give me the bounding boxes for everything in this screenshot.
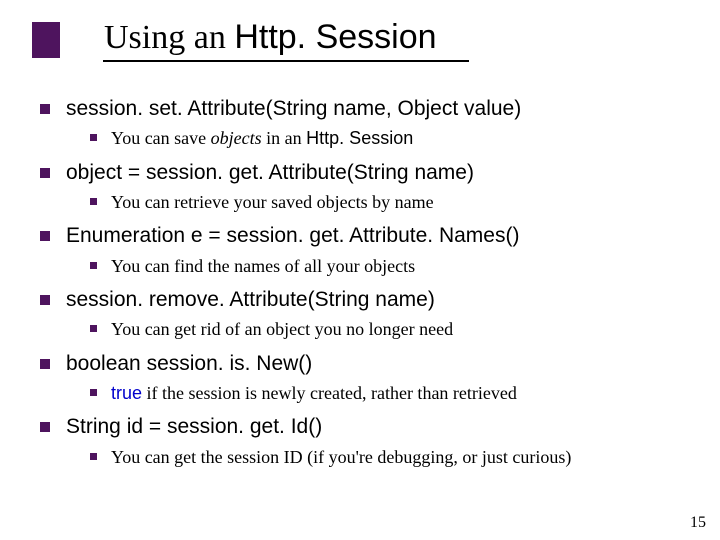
title-underline-2 xyxy=(250,60,469,62)
l2-text-tail: if the session is newly created, rather … xyxy=(142,383,517,403)
square-bullet-icon xyxy=(40,104,50,114)
square-bullet-icon xyxy=(90,325,97,332)
square-bullet-icon xyxy=(90,198,97,205)
bullet-level1: session. set. Attribute(String name, Obj… xyxy=(40,96,690,121)
bullet-level1: object = session. get. Attribute(String … xyxy=(40,160,690,185)
square-bullet-icon xyxy=(40,359,50,369)
l1-text: Enumeration e = session. get. Attribute.… xyxy=(66,224,519,247)
bullet-level1: session. remove. Attribute(String name) xyxy=(40,287,690,312)
square-bullet-icon xyxy=(40,422,50,432)
l2-text: You can get rid of an object you no long… xyxy=(111,319,453,339)
l2-text: You can retrieve your saved objects by n… xyxy=(111,192,434,212)
l1-text: session. set. Attribute(String name, Obj… xyxy=(66,97,521,120)
square-bullet-icon xyxy=(40,295,50,305)
l2-text-pre: You can save xyxy=(111,128,211,148)
title-prefix: Using an xyxy=(104,19,234,56)
title-accent-bar xyxy=(32,22,60,58)
bullet-level1: String id = session. get. Id() xyxy=(40,414,690,439)
bullet-level2: You can save objects in an Http. Session xyxy=(90,127,690,150)
l2-text: You can get the session ID (if you're de… xyxy=(111,447,571,467)
bullet-level1: Enumeration e = session. get. Attribute.… xyxy=(40,223,690,248)
bullet-level2: You can get the session ID (if you're de… xyxy=(90,446,690,469)
page-number: 15 xyxy=(690,514,706,532)
l2-text: You can find the names of all your objec… xyxy=(111,256,415,276)
bullet-level2: You can get rid of an object you no long… xyxy=(90,318,690,341)
bullet-level2: You can retrieve your saved objects by n… xyxy=(90,191,690,214)
slide-body: session. set. Attribute(String name, Obj… xyxy=(40,86,690,468)
title-underline-1 xyxy=(103,60,273,62)
bullet-level2: You can find the names of all your objec… xyxy=(90,255,690,278)
l2-text-mid: in an xyxy=(262,128,307,148)
square-bullet-icon xyxy=(90,453,97,460)
l2-keyword-true: true xyxy=(111,383,142,403)
slide: Using an Http. Session session. set. Att… xyxy=(0,0,720,540)
title-code: Http. Session xyxy=(234,18,436,56)
l2-text-code: Http. Session xyxy=(306,128,413,148)
l1-text: boolean session. is. New() xyxy=(66,352,312,375)
l1-text: String id = session. get. Id() xyxy=(66,415,322,438)
bullet-level2: true if the session is newly created, ra… xyxy=(90,382,690,405)
slide-title: Using an Http. Session xyxy=(104,18,437,57)
square-bullet-icon xyxy=(40,231,50,241)
l1-text: session. remove. Attribute(String name) xyxy=(66,288,435,311)
bullet-level1: boolean session. is. New() xyxy=(40,351,690,376)
l1-text: object = session. get. Attribute(String … xyxy=(66,161,474,184)
square-bullet-icon xyxy=(90,134,97,141)
square-bullet-icon xyxy=(40,168,50,178)
l2-text-italic: objects xyxy=(211,128,262,148)
square-bullet-icon xyxy=(90,389,97,396)
square-bullet-icon xyxy=(90,262,97,269)
